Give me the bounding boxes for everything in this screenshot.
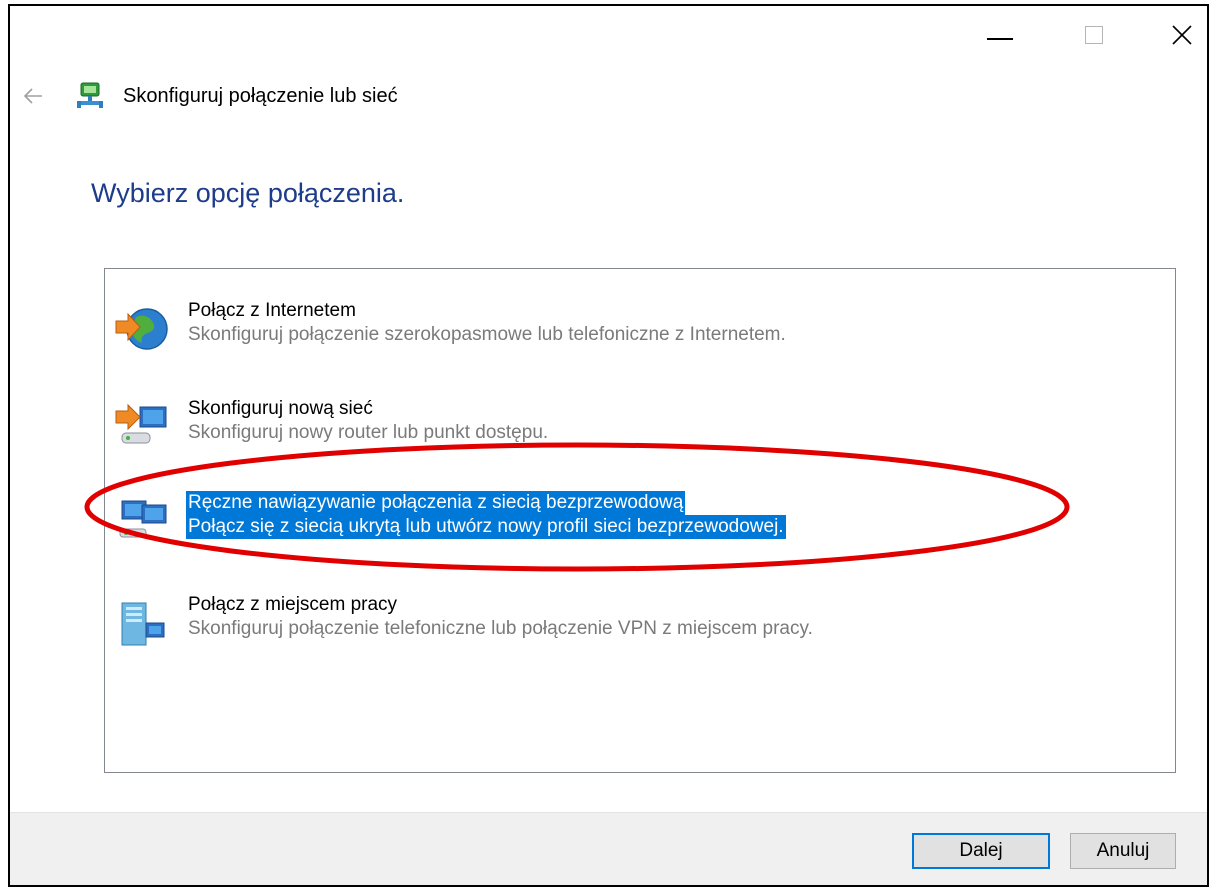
page-heading: Wybierz opcję połączenia. (91, 178, 405, 208)
option-description: Połącz się z siecią ukrytą lub utwórz no… (186, 515, 786, 539)
next-button[interactable]: Dalej (912, 833, 1050, 869)
option-title: Połącz z Internetem (188, 300, 356, 321)
maximize-icon (1085, 26, 1103, 44)
minimize-button[interactable] (980, 18, 1020, 52)
network-setup-icon (77, 82, 103, 108)
close-icon (1172, 25, 1192, 45)
connection-options-list: Połącz z Internetem Skonfiguruj połączen… (104, 268, 1176, 773)
option-description: Skonfiguruj nowy router lub punkt dostęp… (188, 422, 549, 443)
title-bar (10, 6, 1207, 66)
option-description: Skonfiguruj połączenie szerokopasmowe lu… (188, 324, 786, 345)
wireless-network-icon (119, 500, 167, 538)
minimize-icon (987, 38, 1013, 40)
option-manual-wireless[interactable]: Ręczne nawiązywanie połączenia z siecią … (105, 487, 1175, 557)
globe-connect-icon (115, 308, 168, 350)
workplace-icon (121, 602, 165, 646)
option-workplace[interactable]: Połącz z miejscem pracy Skonfiguruj połą… (105, 589, 1175, 659)
back-button[interactable] (22, 80, 52, 110)
wizard-header: Skonfiguruj połączenie lub sieć (10, 76, 1207, 116)
option-new-network[interactable]: Skonfiguruj nową sieć Skonfiguruj nowy r… (105, 393, 1175, 463)
option-title: Połącz z miejscem pracy (188, 594, 398, 615)
dialog-window: Skonfiguruj połączenie lub sieć Wybierz … (8, 4, 1209, 887)
cancel-button[interactable]: Anuluj (1070, 833, 1176, 869)
option-description: Skonfiguruj połączenie telefoniczne lub … (188, 618, 813, 639)
back-arrow-icon (23, 88, 42, 104)
option-title: Ręczne nawiązywanie połączenia z siecią … (186, 491, 686, 515)
maximize-button[interactable] (1074, 18, 1114, 52)
wizard-footer: Dalej Anuluj (10, 812, 1207, 885)
wizard-title: Skonfiguruj połączenie lub sieć (123, 85, 398, 107)
new-network-icon (115, 403, 167, 444)
option-title: Skonfiguruj nową sieć (188, 398, 373, 419)
close-button[interactable] (1162, 18, 1202, 52)
option-connect-internet[interactable]: Połącz z Internetem Skonfiguruj połączen… (105, 295, 1175, 365)
